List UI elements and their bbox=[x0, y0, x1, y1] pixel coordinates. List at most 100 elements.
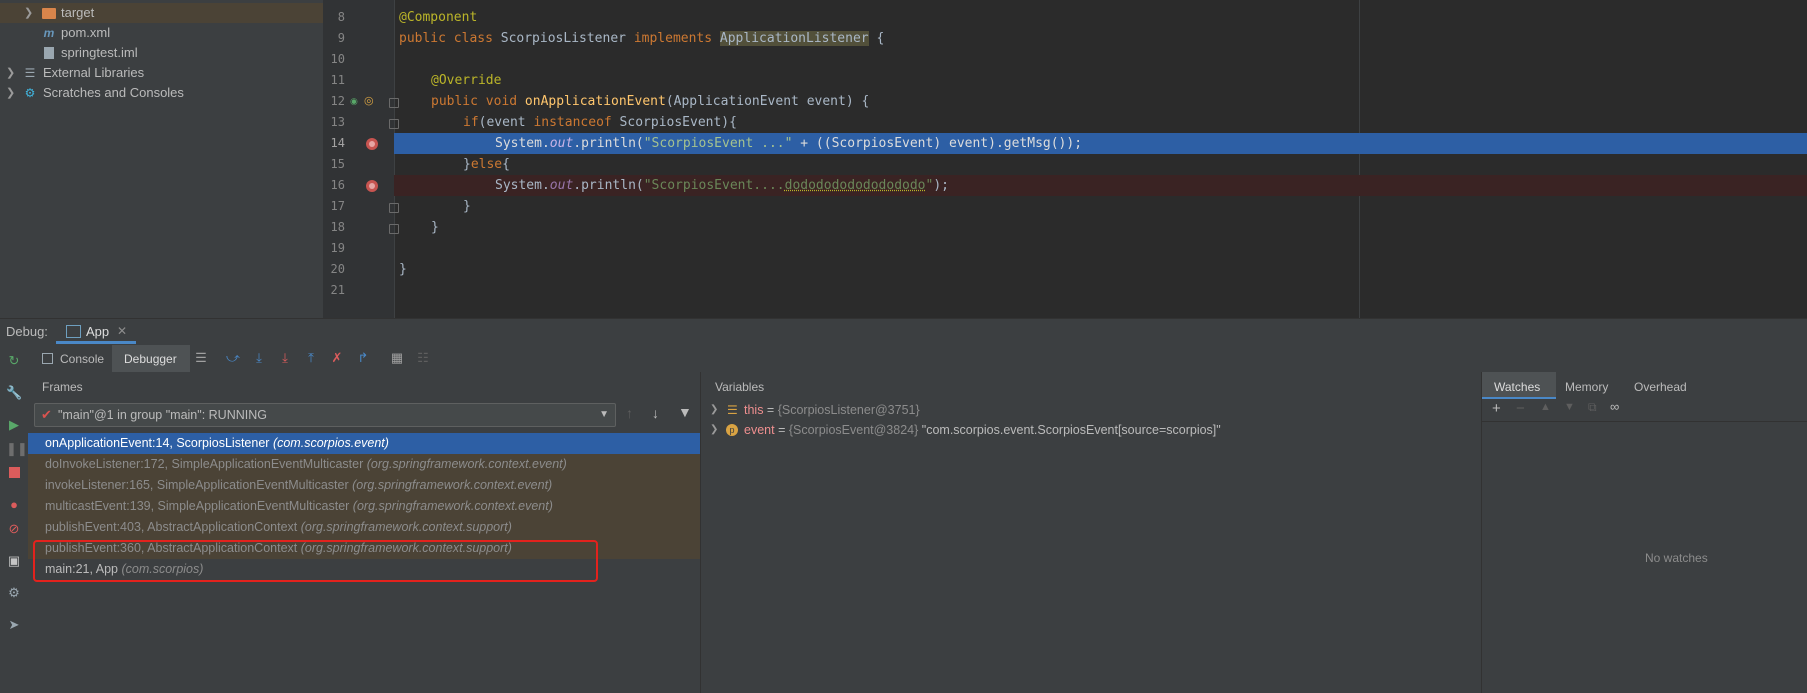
code-text: ScorpiosEvent){ bbox=[611, 115, 737, 130]
mute-breakpoints-icon[interactable]: ⊘ bbox=[6, 521, 22, 537]
code-line-20[interactable]: } bbox=[394, 259, 1807, 280]
debug-label: Debug: bbox=[6, 324, 48, 339]
view-breakpoints-icon[interactable]: ● bbox=[6, 497, 22, 513]
debug-side-toolbar: ↻ 🔧 ▶ ❚❚ ● ⊘ ▣ ⚙ ➤ bbox=[0, 344, 29, 693]
code-line-15[interactable]: }else{ bbox=[394, 154, 1807, 175]
interface-name: ApplicationListener bbox=[719, 31, 869, 46]
step-into-icon[interactable]: ⤓ bbox=[251, 350, 267, 366]
remove-icon[interactable]: − bbox=[1516, 400, 1525, 417]
frame-package: (org.springframework.context.event) bbox=[352, 478, 553, 492]
implementing-method-icon[interactable]: ◉ bbox=[350, 96, 358, 107]
rerun-icon[interactable]: ↻ bbox=[6, 353, 22, 369]
pause-icon[interactable]: ❚❚ bbox=[6, 441, 28, 457]
frame-package: (org.springframework.context.event) bbox=[352, 499, 553, 513]
step-out-icon[interactable]: ⤒ bbox=[303, 350, 319, 366]
code-line-9[interactable]: public class ScorpiosListener implements… bbox=[394, 28, 1807, 49]
chevron-right-icon[interactable]: ❯ bbox=[6, 83, 15, 103]
code-text: (ApplicationEvent event) { bbox=[665, 94, 870, 109]
tab-console[interactable]: Console bbox=[60, 352, 104, 366]
code-line-11[interactable]: @Override bbox=[394, 70, 1807, 91]
breakpoint-icon[interactable] bbox=[366, 138, 378, 150]
code-line-14-current[interactable]: System.out.println("ScorpiosEvent ..." +… bbox=[394, 133, 1807, 154]
tree-item-pom[interactable]: m pom.xml bbox=[0, 23, 323, 43]
menu-icon[interactable]: ☰ bbox=[193, 350, 209, 366]
arrow-down-icon[interactable]: ↓ bbox=[652, 405, 659, 421]
drop-frame-icon[interactable]: ✗ bbox=[329, 350, 345, 366]
tree-item-scratches[interactable]: ❯ ⚙ Scratches and Consoles bbox=[0, 83, 323, 103]
tab-watches[interactable]: Watches bbox=[1494, 380, 1540, 394]
wrench-icon[interactable]: 🔧 bbox=[6, 385, 22, 401]
code-text: (event bbox=[478, 115, 534, 130]
code-line-16-breakpoint[interactable]: System.out.println("ScorpiosEvent....dod… bbox=[394, 175, 1807, 196]
force-step-into-icon[interactable]: ⤓ bbox=[277, 350, 293, 366]
trace-icon[interactable]: ☷ bbox=[415, 350, 431, 366]
chevron-right-icon[interactable]: ❯ bbox=[710, 420, 718, 440]
line-number: 9 bbox=[337, 31, 345, 45]
chevron-right-icon[interactable]: ❯ bbox=[710, 400, 718, 420]
variable-string: "com.scorpios.event.ScorpiosEvent[source… bbox=[918, 423, 1221, 437]
watches-panel: Watches Memory Overhead + − ▲ ▼ ⧉ ∞ No w… bbox=[1482, 372, 1807, 693]
breakpoint-icon[interactable] bbox=[366, 180, 378, 192]
tree-item-external-libraries[interactable]: ❯ ☰ External Libraries bbox=[0, 63, 323, 83]
variables-title: Variables bbox=[715, 380, 765, 394]
evaluate-expression-icon[interactable]: ▦ bbox=[389, 350, 405, 366]
line-number: 12 bbox=[330, 94, 345, 108]
add-icon[interactable]: + bbox=[1492, 400, 1501, 417]
code-line-13[interactable]: if(event instanceof ScorpiosEvent){ bbox=[394, 112, 1807, 133]
frame-row[interactable]: doInvokeListener:172, SimpleApplicationE… bbox=[28, 454, 700, 475]
frame-row[interactable]: publishEvent:403, AbstractApplicationCon… bbox=[28, 517, 700, 538]
file-icon bbox=[42, 46, 56, 60]
chevron-right-icon[interactable]: ❯ bbox=[6, 63, 15, 83]
stop-icon[interactable] bbox=[6, 465, 22, 481]
step-over-icon[interactable]: ⤻ bbox=[225, 350, 241, 366]
frame-row[interactable]: multicastEvent:139, SimpleApplicationEve… bbox=[28, 496, 700, 517]
close-icon[interactable]: ✕ bbox=[117, 324, 127, 338]
variables-panel: Variables ❯ ☰ this = {ScorpiosListener@3… bbox=[701, 372, 1482, 693]
string-literal-typo: dododododododododo bbox=[784, 178, 926, 193]
libraries-icon: ☰ bbox=[24, 66, 36, 80]
tree-item-iml[interactable]: springtest.iml bbox=[0, 43, 323, 63]
tree-item-label: target bbox=[61, 5, 95, 20]
code-line-17[interactable]: } bbox=[394, 196, 1807, 217]
project-tree: ❯ target m pom.xml springtest.iml ❯ ☰ Ex… bbox=[0, 0, 323, 318]
chevron-down-icon[interactable]: ▼ bbox=[599, 404, 609, 426]
pin-icon[interactable]: ➤ bbox=[6, 617, 22, 633]
tab-overhead[interactable]: Overhead bbox=[1634, 380, 1687, 394]
highlight-box bbox=[33, 540, 598, 582]
move-down-icon[interactable]: ▼ bbox=[1564, 401, 1575, 413]
tab-memory[interactable]: Memory bbox=[1565, 380, 1608, 394]
gear-icon[interactable]: ⚙ bbox=[6, 585, 22, 601]
keyword: public void bbox=[431, 94, 525, 109]
tree-item-label: springtest.iml bbox=[61, 45, 138, 60]
frame-row[interactable]: onApplicationEvent:14, ScorpiosListener … bbox=[28, 433, 700, 454]
code-text: { bbox=[502, 157, 510, 172]
arrow-up-icon[interactable]: ↑ bbox=[626, 405, 633, 421]
tree-item-target[interactable]: ❯ target bbox=[0, 3, 323, 23]
frame-row[interactable]: invokeListener:165, SimpleApplicationEve… bbox=[28, 475, 700, 496]
tab-debugger[interactable]: Debugger bbox=[124, 352, 177, 366]
code-line-12[interactable]: public void onApplicationEvent(Applicati… bbox=[394, 91, 1807, 112]
code-line-8[interactable]: @Component bbox=[394, 7, 1807, 28]
run-to-cursor-icon[interactable]: ↱ bbox=[355, 350, 371, 366]
code-line-18[interactable]: } bbox=[394, 217, 1807, 238]
filter-icon[interactable]: ▼ bbox=[678, 404, 692, 420]
keyword: public class bbox=[399, 31, 501, 46]
app-config-icon bbox=[66, 325, 81, 338]
chevron-right-icon[interactable]: ❯ bbox=[24, 3, 33, 23]
override-icon[interactable]: ◎ bbox=[364, 94, 374, 107]
thread-selector[interactable]: ✔ "main"@1 in group "main": RUNNING ▼ bbox=[34, 403, 616, 427]
glasses-icon[interactable]: ∞ bbox=[1610, 399, 1619, 414]
frame-name: publishEvent:403, AbstractApplicationCon… bbox=[45, 520, 298, 534]
code-text: .println( bbox=[573, 136, 644, 151]
copy-icon[interactable]: ⧉ bbox=[1588, 400, 1597, 415]
thread-label: "main"@1 in group "main": RUNNING bbox=[58, 408, 267, 422]
resume-icon[interactable]: ▶ bbox=[6, 417, 22, 433]
move-up-icon[interactable]: ▲ bbox=[1540, 401, 1551, 413]
debug-session-tab[interactable]: App bbox=[86, 324, 109, 339]
camera-icon[interactable]: ▣ bbox=[6, 553, 22, 569]
parameter-icon: p bbox=[726, 424, 738, 436]
variable-eq: = bbox=[774, 423, 789, 437]
code-text: } bbox=[431, 220, 439, 235]
variable-name: this bbox=[744, 403, 764, 417]
string-literal: "ScorpiosEvent ..." bbox=[643, 136, 793, 151]
